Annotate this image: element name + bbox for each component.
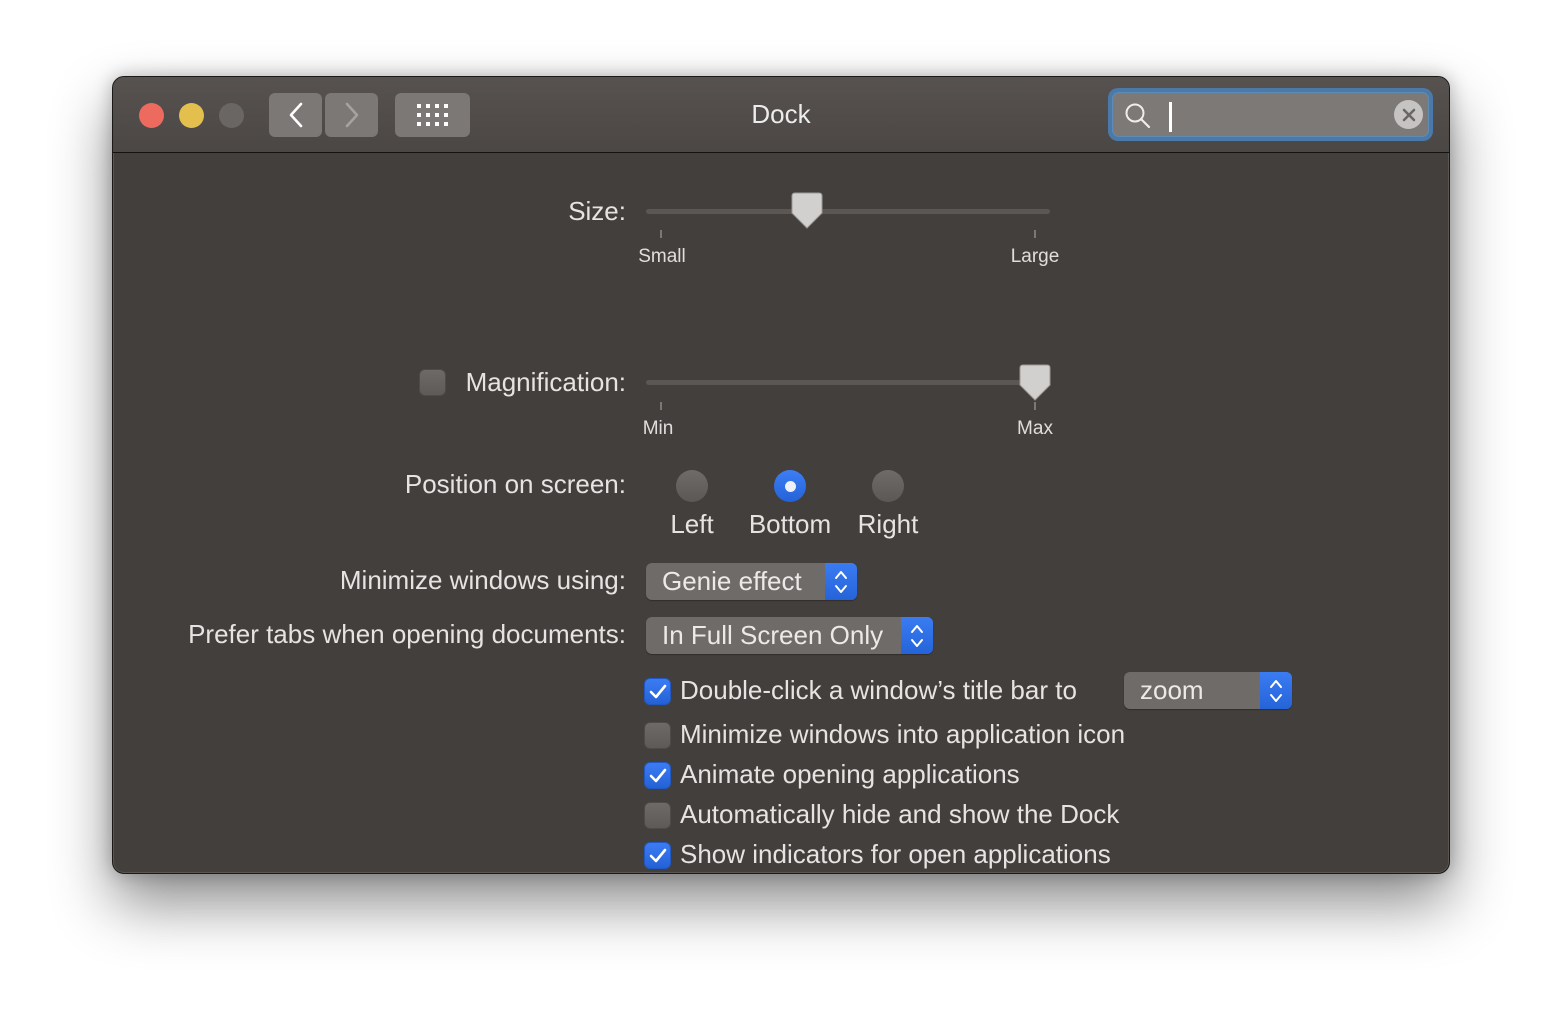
size-max-label: Large <box>1010 246 1060 267</box>
double-click-action-value: zoom <box>1140 675 1204 705</box>
magnification-tick-min <box>660 402 662 410</box>
size-tick-min <box>660 230 662 238</box>
magnification-slider-knob[interactable] <box>1019 364 1051 402</box>
size-slider-track[interactable] <box>646 209 1050 214</box>
autohide-dock-checkbox[interactable] <box>644 802 671 829</box>
position-right-label: Right <box>857 509 919 539</box>
show-indicators-checkbox[interactable] <box>644 842 671 869</box>
position-left-label: Left <box>670 509 714 539</box>
prefer-tabs-value: In Full Screen Only <box>662 620 884 650</box>
position-bottom-radio[interactable] <box>774 470 806 502</box>
animate-opening-checkbox[interactable] <box>644 762 671 789</box>
search-field[interactable] <box>1108 88 1433 141</box>
magnification-min-label: Min <box>642 418 674 439</box>
prefer-tabs-label: Prefer tabs when opening documents: <box>188 619 626 649</box>
radio-selected-dot <box>784 480 796 492</box>
magnification-slider-track[interactable] <box>646 380 1050 385</box>
autohide-dock-label: Automatically hide and show the Dock <box>680 799 1120 829</box>
animate-opening-label: Animate opening applications <box>680 759 1020 789</box>
position-label: Position on screen: <box>404 469 626 499</box>
text-cursor <box>1169 102 1172 132</box>
size-slider-knob[interactable] <box>791 192 823 230</box>
checkmark-icon <box>649 684 666 698</box>
magnification-label: Magnification: <box>465 367 626 397</box>
double-click-label: Double-click a window’s title bar to <box>680 675 1077 705</box>
size-min-label: Small <box>638 246 686 267</box>
dock-settings-pane: Size: Small Large Magnification: Min Max… <box>113 153 1449 873</box>
magnification-checkbox[interactable] <box>419 369 446 396</box>
clear-icon <box>1402 108 1415 121</box>
updown-chevron-icon <box>1260 672 1292 709</box>
clear-search-button[interactable] <box>1394 100 1423 129</box>
double-click-checkbox[interactable] <box>644 678 671 705</box>
show-indicators-label: Show indicators for open applications <box>680 839 1111 869</box>
size-label: Size: <box>568 196 626 226</box>
checkmark-icon <box>649 768 666 782</box>
minimize-effect-value: Genie effect <box>662 566 802 596</box>
minimize-into-app-icon-label: Minimize windows into application icon <box>680 719 1126 749</box>
minimize-effect-popup[interactable]: Genie effect <box>646 563 857 600</box>
position-bottom-label: Bottom <box>748 509 832 539</box>
checkmark-icon <box>649 848 666 862</box>
magnification-tick-max <box>1034 402 1036 410</box>
size-tick-max <box>1034 230 1036 238</box>
updown-chevron-icon <box>901 617 933 654</box>
minimize-into-app-icon-checkbox[interactable] <box>644 722 671 749</box>
search-icon <box>1125 103 1151 129</box>
position-right-radio[interactable] <box>872 470 904 502</box>
prefer-tabs-popup[interactable]: In Full Screen Only <box>646 617 933 654</box>
magnification-max-label: Max <box>1017 418 1053 439</box>
position-left-radio[interactable] <box>676 470 708 502</box>
double-click-action-popup[interactable]: zoom <box>1124 672 1292 709</box>
minimize-using-label: Minimize windows using: <box>339 565 626 595</box>
updown-chevron-icon <box>825 563 857 600</box>
title-bar: Dock <box>113 77 1449 153</box>
dock-preferences-window: Dock Size: Small Large Magnification: Mi… <box>112 76 1450 874</box>
